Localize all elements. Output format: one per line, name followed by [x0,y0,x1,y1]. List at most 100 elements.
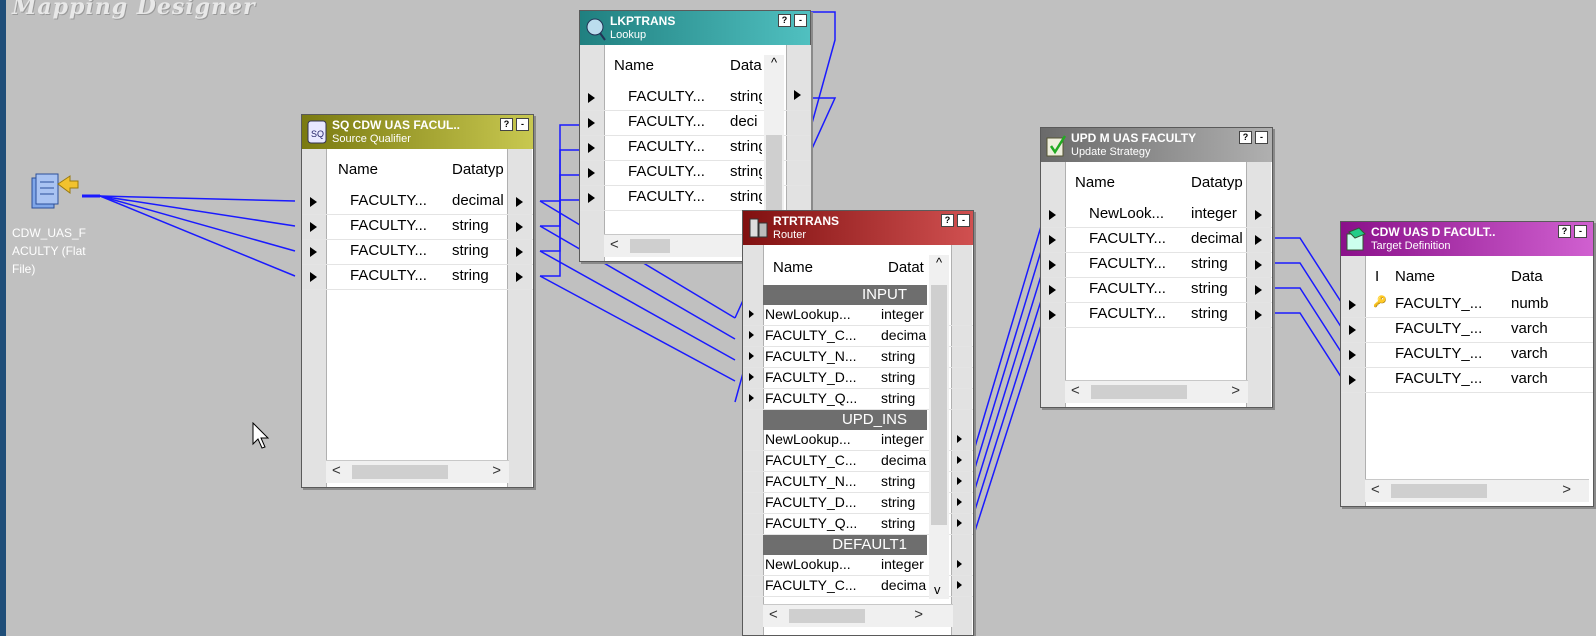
port-row[interactable]: FACULTY... decimal [302,189,533,215]
flat-file-source-icon[interactable] [28,168,80,216]
input-port-arrow-icon[interactable] [588,192,595,203]
target-definition-header[interactable]: CDW UAS D FACULT.. Target Definition ? - [1341,222,1593,256]
input-port-arrow-icon[interactable] [588,117,595,128]
scroll-thumb[interactable] [352,465,448,479]
horizontal-scrollbar[interactable]: < > [1365,479,1589,502]
port-row[interactable]: FACULTY... string [1041,252,1272,278]
port-row[interactable]: FACULTY... string [302,239,533,265]
scroll-thumb[interactable] [630,239,670,253]
help-button[interactable]: ? [1239,131,1252,144]
scroll-right-icon[interactable]: > [492,462,501,479]
update-strategy-header[interactable]: UPD M UAS FACULTY Update Strategy ? - [1041,128,1272,162]
output-port-arrow-icon[interactable] [516,221,523,232]
input-port-arrow-icon[interactable] [1349,374,1356,385]
output-port-arrow-icon[interactable] [516,246,523,257]
output-port-arrow-icon[interactable] [957,456,962,464]
vertical-scrollbar[interactable]: ^ [764,55,784,235]
port-row[interactable]: NewLook... integer [1041,202,1272,228]
port-row[interactable]: FACULTY... string [302,264,533,290]
minimize-button[interactable]: - [1574,225,1587,238]
scroll-down-icon[interactable]: v [934,582,941,597]
scroll-thumb[interactable] [789,609,865,623]
scroll-up-icon[interactable]: ^ [764,55,784,70]
output-port-arrow-icon[interactable] [957,560,962,568]
port-row[interactable]: FACULTY_... varch [1341,367,1593,393]
scroll-left-icon[interactable]: < [1371,481,1380,498]
output-port-arrow-icon[interactable] [957,519,962,527]
output-port-arrow-icon[interactable] [957,435,962,443]
router-group-header[interactable]: DEFAULT1 [763,535,927,555]
output-port-arrow-icon[interactable] [1255,309,1262,320]
output-port-arrow-icon[interactable] [516,271,523,282]
port-row[interactable]: FACULTY... string [1041,277,1272,303]
input-port-arrow-icon[interactable] [588,167,595,178]
horizontal-scrollbar[interactable]: < > [1065,380,1248,403]
vertical-scrollbar[interactable]: ^ v [929,255,949,599]
router-header[interactable]: RTRTRANS Router ? - [743,211,973,245]
scroll-left-icon[interactable]: < [332,462,341,479]
minimize-button[interactable]: - [957,214,970,227]
port-row[interactable]: 🔑 FACULTY_... numb [1341,292,1593,318]
router-group-header[interactable]: INPUT [763,285,927,305]
output-port-arrow-icon[interactable] [516,196,523,207]
output-port-arrow-icon[interactable] [1255,284,1262,295]
update-strategy-transform[interactable]: UPD M UAS FACULTY Update Strategy ? - Na… [1040,127,1273,408]
input-port-arrow-icon[interactable] [749,352,754,360]
router-group-header[interactable]: UPD_INS [763,410,927,430]
input-port-arrow-icon[interactable] [1049,309,1056,320]
input-port-arrow-icon[interactable] [1349,299,1356,310]
input-port-arrow-icon[interactable] [1349,349,1356,360]
minimize-button[interactable]: - [794,14,807,27]
input-port-arrow-icon[interactable] [749,373,754,381]
mapping-canvas[interactable]: Mapping Designer CDW_UAS_F ACULTY (Flat … [0,0,1596,636]
input-port-arrow-icon[interactable] [1049,209,1056,220]
scroll-left-icon[interactable]: < [1071,382,1080,399]
horizontal-scrollbar[interactable]: < > [763,604,953,627]
source-qualifier-header[interactable]: SQ SQ CDW UAS FACUL.. Source Qualifier ?… [302,115,533,149]
horizontal-scrollbar[interactable]: < > [326,460,509,483]
router-transform[interactable]: RTRTRANS Router ? - Name Datat INPUT NewL… [742,210,974,636]
scroll-right-icon[interactable]: > [1231,382,1240,399]
scroll-thumb[interactable] [1391,484,1487,498]
input-port-arrow-icon[interactable] [1049,284,1056,295]
help-button[interactable]: ? [778,14,791,27]
input-port-arrow-icon[interactable] [749,331,754,339]
input-port-arrow-icon[interactable] [310,271,317,282]
output-port-arrow-icon[interactable] [957,477,962,485]
output-port-arrow-icon[interactable] [1255,259,1262,270]
input-port-arrow-icon[interactable] [749,394,754,402]
input-port-arrow-icon[interactable] [1049,259,1056,270]
output-port-arrow-icon[interactable] [957,581,962,589]
scroll-right-icon[interactable]: > [914,606,923,623]
lookup-header[interactable]: LKPTRANS Lookup ? - [580,11,810,45]
scroll-thumb[interactable] [931,285,947,525]
scroll-left-icon[interactable]: < [610,236,619,253]
output-port-arrow-icon[interactable] [794,90,801,100]
input-port-arrow-icon[interactable] [310,221,317,232]
help-button[interactable]: ? [941,214,954,227]
scroll-right-icon[interactable]: > [1562,481,1571,498]
port-row[interactable]: FACULTY... decimal [1041,227,1272,253]
port-row[interactable]: FACULTY... string [302,214,533,240]
minimize-button[interactable]: - [1255,131,1268,144]
input-port-arrow-icon[interactable] [310,246,317,257]
port-row[interactable]: FACULTY_... varch [1341,317,1593,343]
port-row[interactable]: FACULTY... string [1041,302,1272,328]
input-port-arrow-icon[interactable] [1349,324,1356,335]
input-port-arrow-icon[interactable] [1049,234,1056,245]
input-port-arrow-icon[interactable] [588,92,595,103]
scroll-up-icon[interactable]: ^ [929,255,949,270]
scroll-thumb[interactable] [1091,385,1187,399]
output-port-arrow-icon[interactable] [1255,234,1262,245]
source-qualifier-transform[interactable]: SQ SQ CDW UAS FACUL.. Source Qualifier ?… [301,114,534,488]
scroll-left-icon[interactable]: < [769,606,778,623]
minimize-button[interactable]: - [516,118,529,131]
help-button[interactable]: ? [1558,225,1571,238]
help-button[interactable]: ? [500,118,513,131]
port-row[interactable]: FACULTY_... varch [1341,342,1593,368]
target-definition[interactable]: CDW UAS D FACULT.. Target Definition ? -… [1340,221,1594,507]
input-port-arrow-icon[interactable] [588,142,595,153]
output-port-arrow-icon[interactable] [1255,209,1262,220]
input-port-arrow-icon[interactable] [310,196,317,207]
output-port-arrow-icon[interactable] [957,498,962,506]
